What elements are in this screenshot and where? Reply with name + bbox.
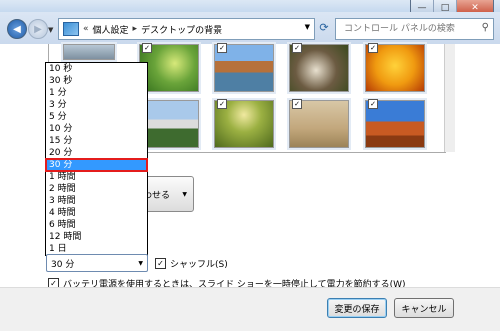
wallpaper-thumbnail[interactable]: ✓ — [214, 43, 274, 92]
gallery-scrollbar[interactable] — [444, 44, 455, 152]
save-changes-button[interactable]: 変更の保存 — [327, 298, 387, 318]
interval-option-selected[interactable]: 30 分 — [45, 158, 148, 172]
wallpaper-thumbnail[interactable]: ✓ — [214, 99, 274, 148]
chevron-down-icon: ▼ — [182, 190, 187, 198]
thumbnail-checkbox[interactable]: ✓ — [217, 99, 227, 109]
wallpaper-thumbnail[interactable]: ✓ — [365, 99, 425, 148]
address-dropdown-icon[interactable]: ▼ — [305, 23, 310, 31]
wallpaper-thumbnail[interactable] — [139, 100, 199, 148]
interval-option[interactable]: 5 分 — [46, 111, 147, 123]
interval-option[interactable]: 30 秒 — [46, 75, 147, 87]
thumbnail-checkbox[interactable]: ✓ — [368, 99, 378, 109]
search-icon[interactable]: ⚲ — [482, 22, 489, 33]
breadcrumb-personalization[interactable]: 個人設定 — [93, 23, 129, 36]
thumbnail-checkbox[interactable]: ✓ — [217, 43, 227, 53]
interval-options-list[interactable]: 10 秒 30 秒 1 分 3 分 5 分 10 分 15 分 20 分 30 … — [45, 62, 148, 256]
interval-option[interactable]: 10 分 — [46, 123, 147, 135]
forward-button[interactable]: ▶ — [28, 19, 48, 39]
interval-option[interactable]: 4 時間 — [46, 207, 147, 219]
chevron-down-icon: ▼ — [138, 259, 143, 267]
interval-option[interactable]: 1 時間 — [46, 171, 147, 183]
thumbnail-checkbox[interactable]: ✓ — [292, 43, 302, 53]
back-button[interactable]: ◀ — [7, 19, 27, 39]
recent-pages-dropdown[interactable]: ▼ — [48, 26, 53, 34]
search-box[interactable]: ⚲ — [335, 18, 494, 40]
interval-option[interactable]: 3 時間 — [46, 195, 147, 207]
wallpaper-thumbnail[interactable]: ✓ — [139, 43, 199, 92]
wallpaper-thumbnail[interactable]: ✓ — [289, 43, 349, 92]
interval-option[interactable]: 15 分 — [46, 135, 147, 147]
thumbnail-checkbox[interactable]: ✓ — [292, 99, 302, 109]
breadcrumb-desktop-background[interactable]: デスクトップの背景 — [141, 23, 222, 36]
breadcrumb-separator-icon[interactable]: ▸ — [133, 24, 138, 34]
wallpaper-thumbnail[interactable]: ✓ — [289, 99, 349, 148]
thumbnail-checkbox[interactable]: ✓ — [142, 43, 152, 53]
interval-selected-value: 30 分 — [51, 259, 75, 270]
interval-option[interactable]: 10 秒 — [46, 63, 147, 75]
control-panel-icon — [63, 22, 79, 36]
interval-option[interactable]: 3 分 — [46, 99, 147, 111]
interval-select[interactable]: 30 分 ▼ — [46, 254, 148, 272]
shuffle-checkbox[interactable]: ✓ — [155, 258, 166, 269]
wallpaper-thumbnail[interactable] — [63, 44, 115, 60]
shuffle-label[interactable]: シャッフル(S) — [170, 257, 228, 270]
address-bar[interactable]: « 個人設定 ▸ デスクトップの背景 ▼ — [58, 18, 315, 40]
breadcrumb-prefix[interactable]: « — [83, 24, 89, 34]
wallpaper-thumbnail[interactable]: ✓ — [365, 43, 425, 92]
interval-option[interactable]: 2 時間 — [46, 183, 147, 195]
navigation-bar: ◀ ▶ ▼ « 個人設定 ▸ デスクトップの背景 ▼ ⟳ ⚲ — [0, 12, 500, 44]
thumbnail-checkbox[interactable]: ✓ — [368, 43, 378, 53]
desktop-background-window: — □ ✕ ◀ ▶ ▼ « 個人設定 ▸ デスクトップの背景 ▼ ⟳ ⚲ ✓ ✓ — [0, 0, 500, 331]
interval-option[interactable]: 1 分 — [46, 87, 147, 99]
shuffle-row[interactable]: ✓ シャッフル(S) — [155, 257, 228, 270]
interval-option[interactable]: 20 分 — [46, 147, 147, 159]
search-input[interactable] — [342, 23, 481, 35]
interval-option[interactable]: 12 時間 — [46, 231, 147, 243]
cancel-button[interactable]: キャンセル — [394, 298, 454, 318]
refresh-icon[interactable]: ⟳ — [316, 21, 332, 37]
interval-option[interactable]: 6 時間 — [46, 219, 147, 231]
